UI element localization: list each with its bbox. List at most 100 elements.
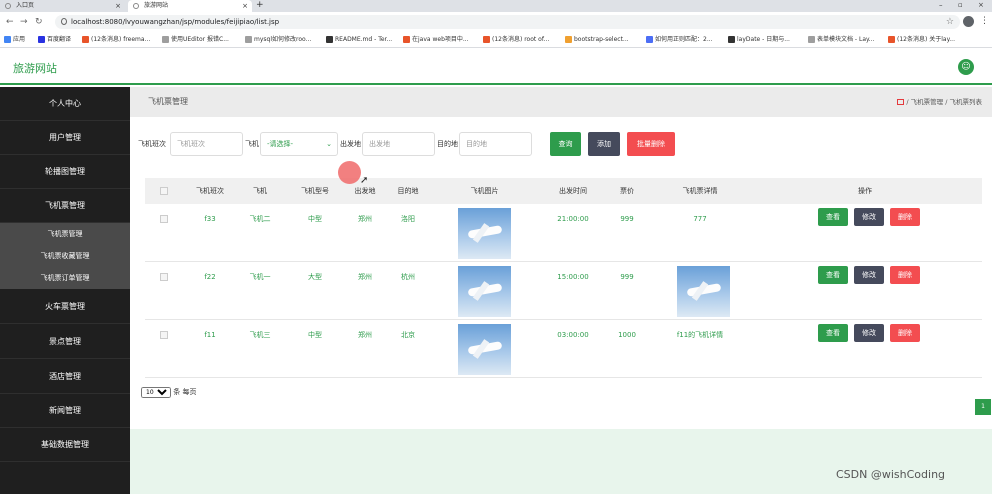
row-checkbox[interactable] [160,215,168,223]
flight-input[interactable]: 飞机班次 [170,132,243,156]
minimize-icon[interactable]: – [939,0,943,11]
url-text: localhost:8080/lvyouwangzhan/jsp/modules… [71,18,280,26]
csdn-icon [82,36,89,43]
page-size-control: 10 条 每页 [141,387,196,398]
cell-price: 1000 [618,331,636,339]
browser-tab-travel[interactable]: 旅游网站 × [128,0,252,12]
delete-button[interactable]: 删除 [890,208,920,226]
profile-avatar-icon[interactable] [963,16,974,27]
sidebar-subitem-flight-orders[interactable]: 飞机票订单管理 [0,267,130,289]
view-button[interactable]: 查看 [818,266,848,284]
back-icon[interactable]: ← [6,16,14,28]
close-window-icon[interactable]: × [978,0,984,11]
page-icon [646,36,653,43]
column-header: 飞机票详情 [682,187,718,195]
user-icon[interactable]: ☺ [958,59,974,75]
cell-from: 郑州 [358,215,372,223]
row-checkbox[interactable] [160,273,168,281]
sidebar-item-hotels[interactable]: 酒店管理 [0,360,130,394]
csdn-icon [483,36,490,43]
bookmark-item[interactable]: (12条消息) root of... [483,32,549,47]
sidebar-item-personal[interactable]: 个人中心 [0,87,130,121]
row-checkbox[interactable] [160,331,168,339]
sidebar-item-basic-data[interactable]: 基础数据管理 [0,428,130,462]
select-all-checkbox[interactable] [160,187,168,195]
globe-icon [133,3,139,9]
home-icon[interactable] [897,99,905,105]
edit-button[interactable]: 修改 [854,266,884,284]
cell-model: 中型 [308,331,322,339]
delete-button[interactable]: 删除 [890,324,920,342]
breadcrumb-bar: 飞机票管理 / 飞机票管理 / 飞机票列表 [130,87,992,117]
sidebar-subitem-flight-favorites[interactable]: 飞机票收藏管理 [0,245,130,267]
cell-from: 郑州 [358,331,372,339]
batch-delete-button[interactable]: 批量删除 [627,132,675,156]
sidebar-subitem-flight-ticket[interactable]: 飞机票管理 [0,223,130,245]
column-header: 飞机型号 [301,187,329,195]
column-header: 票价 [620,187,634,195]
bookmark-item[interactable]: 使用UEditor 报错C... [162,32,229,47]
browser-menu-icon[interactable]: ⋮ [980,15,989,27]
from-input[interactable]: 出发地 [362,132,435,156]
new-tab-button[interactable]: + [256,0,264,11]
bookmark-item[interactable]: layDate - 日期与... [728,32,790,47]
sidebar-item-flight-tickets[interactable]: 飞机票管理 [0,189,130,223]
bookmark-item[interactable]: mysql如何修改roo... [245,32,311,47]
plane-select[interactable]: -请选择- ⌄ [260,132,338,156]
delete-button[interactable]: 删除 [890,266,920,284]
sidebar-item-users[interactable]: 用户管理 [0,121,130,155]
edit-button[interactable]: 修改 [854,324,884,342]
csdn-icon [403,36,410,43]
page-icon [245,36,252,43]
forward-icon[interactable]: → [20,16,28,28]
bookmark-item[interactable]: 在java web项目中... [403,32,469,47]
query-button[interactable]: 查询 [550,132,581,156]
pagination-page-button[interactable]: 1 [975,399,991,415]
page-size-suffix: 条 每页 [173,388,197,396]
url-input[interactable]: localhost:8080/lvyouwangzhan/jsp/modules… [55,15,960,29]
to-input[interactable]: 目的地 [459,132,532,156]
close-tab-icon[interactable]: × [242,0,248,12]
column-header: 出发时间 [559,187,587,195]
bookmark-item[interactable]: (12条消息) 关于lay... [888,32,955,47]
sidebar-item-carousel[interactable]: 轮播图管理 [0,155,130,189]
bookmark-item[interactable]: (12条消息) freema... [82,32,150,47]
bookmark-item[interactable]: README.md - Ter... [326,32,392,47]
bookmark-item[interactable]: 表单模块文档 - Lay... [808,32,874,47]
sidebar: 个人中心 用户管理 轮播图管理 飞机票管理 飞机票管理 飞机票收藏管理 飞机票订… [0,87,130,494]
sidebar-item-attractions[interactable]: 景点管理 [0,325,130,359]
breadcrumb-item[interactable]: 飞机票管理 [911,98,944,106]
sidebar-item-news[interactable]: 新闻管理 [0,394,130,428]
cell-from: 郑州 [358,273,372,281]
view-button[interactable]: 查看 [818,324,848,342]
info-icon[interactable] [61,18,67,25]
page-size-select[interactable]: 10 [141,387,171,398]
column-header: 飞机班次 [196,187,224,195]
app-header: 旅游网站 ☺ [0,48,992,85]
star-icon[interactable]: ☆ [946,15,954,29]
close-tab-icon[interactable]: × [115,0,121,12]
cell-time: 03:00:00 [557,331,589,339]
view-button[interactable]: 查看 [818,208,848,226]
cell-flight: f33 [204,215,216,223]
cell-detail: 777 [693,215,707,223]
add-button[interactable]: 添加 [588,132,620,156]
tab-label: 入口页 [16,2,35,9]
cell-price: 999 [620,215,634,223]
bookmark-item[interactable]: 应用 [4,32,25,47]
bookmark-item[interactable]: bootstrap-select... [565,32,629,47]
brand-title[interactable]: 旅游网站 [13,60,57,76]
bookmark-item[interactable]: 如何用正则匹配：2... [646,32,713,47]
sidebar-item-train-tickets[interactable]: 火车票管理 [0,290,130,324]
reload-icon[interactable]: ↻ [35,16,43,28]
browser-tab-entry[interactable]: 入口页 × [0,0,125,12]
bookmark-item[interactable]: 百度翻译 [38,32,71,47]
cell-price: 999 [620,273,634,281]
globe-icon [5,3,11,9]
edit-button[interactable]: 修改 [854,208,884,226]
plane-label: 飞机 [245,140,259,148]
cell-model: 大型 [308,273,322,281]
column-header: 飞机图片 [470,187,499,195]
maximize-icon[interactable]: ▫ [958,0,963,11]
cell-to: 杭州 [401,273,415,281]
